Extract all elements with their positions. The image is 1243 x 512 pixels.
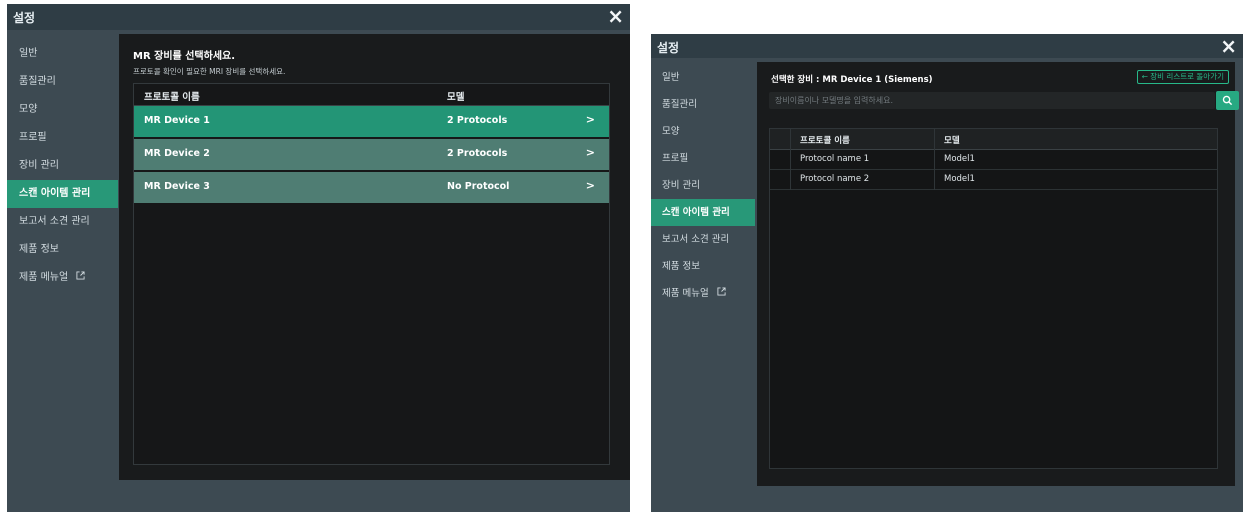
column-header-model: 모델 bbox=[944, 136, 960, 146]
sidebar-item-profile[interactable]: 프로필 bbox=[651, 145, 755, 172]
sidebar-item-label: 보고서 소견 관리 bbox=[19, 216, 90, 227]
window-title: 설정 bbox=[13, 11, 36, 25]
sidebar-item-report-findings[interactable]: 보고서 소견 관리 bbox=[7, 208, 118, 236]
device-name: MR Device 1 bbox=[144, 115, 210, 126]
window-title: 설정 bbox=[657, 41, 680, 55]
sidebar-item-appearance[interactable]: 모양 bbox=[7, 96, 118, 124]
content-panel: 선택한 장비 : MR Device 1 (Siemens) ← 장비 리스트로… bbox=[757, 62, 1239, 486]
table-row[interactable]: Protocol name 1 Model1 bbox=[770, 150, 1217, 170]
sidebar-item-device-management[interactable]: 장비 관리 bbox=[651, 172, 755, 199]
sidebar-item-appearance[interactable]: 모양 bbox=[651, 118, 755, 145]
sidebar-item-product-info[interactable]: 제품 정보 bbox=[651, 253, 755, 280]
back-to-device-list-button[interactable]: ← 장비 리스트로 돌아가기 bbox=[1136, 70, 1229, 84]
sidebar-item-label: 보고서 소견 관리 bbox=[662, 234, 730, 245]
close-icon[interactable]: × bbox=[607, 5, 624, 27]
chevron-right-icon: > bbox=[585, 146, 595, 159]
sidebar-item-label: 장비 관리 bbox=[662, 180, 700, 191]
sidebar-item-general[interactable]: 일반 bbox=[651, 64, 755, 91]
sidebar-item-report-findings[interactable]: 보고서 소견 관리 bbox=[651, 226, 755, 253]
table-row[interactable]: Protocol name 2 Model1 bbox=[770, 170, 1217, 190]
device-row-1[interactable]: MR Device 1 2 Protocols > bbox=[134, 106, 609, 137]
sidebar-item-label: 모양 bbox=[19, 104, 38, 115]
device-protocol-count: 2 Protocols bbox=[447, 115, 508, 126]
device-row-3[interactable]: MR Device 3 No Protocol > bbox=[134, 172, 609, 203]
model-cell: Model1 bbox=[944, 154, 975, 164]
column-divider bbox=[934, 129, 935, 190]
model-cell: Model1 bbox=[944, 174, 975, 184]
search-box bbox=[769, 92, 1215, 109]
sidebar-item-label: 제품 정보 bbox=[662, 261, 700, 272]
sidebar-item-quality[interactable]: 품질관리 bbox=[7, 68, 118, 96]
column-header-protocol-name: 프로토콜 이름 bbox=[800, 136, 850, 146]
protocol-name-cell: Protocol name 1 bbox=[800, 154, 870, 164]
protocol-table: 프로토콜 이름 모델 Protocol name 1 Model1 Protoc… bbox=[769, 128, 1218, 469]
protocol-name-cell: Protocol name 2 bbox=[800, 174, 870, 184]
sidebar-item-product-info[interactable]: 제품 정보 bbox=[7, 236, 118, 264]
sidebar-item-label: 일반 bbox=[662, 72, 680, 83]
device-row-2[interactable]: MR Device 2 2 Protocols > bbox=[134, 139, 609, 170]
device-table: 프로토콜 이름 모델 MR Device 1 2 Protocols > MR … bbox=[133, 83, 610, 465]
sidebar-item-scan-item-management[interactable]: 스캔 아이템 관리 bbox=[651, 199, 755, 226]
page-title: MR 장비를 선택하세요. bbox=[133, 51, 236, 62]
column-header-protocol-name: 프로토콜 이름 bbox=[144, 92, 200, 103]
sidebar-item-device-management[interactable]: 장비 관리 bbox=[7, 152, 118, 180]
sidebar-item-label: 일반 bbox=[19, 48, 38, 59]
device-name: MR Device 3 bbox=[144, 181, 210, 192]
selected-device-title: 선택한 장비 : MR Device 1 (Siemens) bbox=[771, 75, 933, 85]
sidebar-item-label: 프로필 bbox=[662, 153, 689, 164]
device-name: MR Device 2 bbox=[144, 148, 210, 159]
page-subtitle: 프로토콜 확인이 필요한 MRI 장비를 선택하세요. bbox=[133, 67, 286, 76]
sidebar-item-label: 제품 메뉴얼 bbox=[662, 288, 709, 299]
sidebar-item-product-manual[interactable]: 제품 메뉴얼 bbox=[7, 264, 118, 292]
sidebar-item-label: 품질관리 bbox=[19, 76, 56, 87]
settings-window-protocol-list: 설정 × 일반 품질관리 모양 프로필 장비 관리 스캔 아이템 관리 보고서 … bbox=[651, 34, 1243, 512]
external-link-icon bbox=[76, 264, 85, 292]
table-header: 프로토콜 이름 모델 bbox=[134, 84, 609, 106]
title-bar: 설정 × bbox=[651, 34, 1243, 58]
sidebar-item-label: 스캔 아이템 관리 bbox=[662, 207, 730, 218]
close-icon[interactable]: × bbox=[1220, 35, 1237, 57]
chevron-right-icon: > bbox=[585, 179, 595, 192]
sidebar: 일반 품질관리 모양 프로필 장비 관리 스캔 아이템 관리 보고서 소견 관리… bbox=[7, 40, 118, 292]
column-header-model: 모델 bbox=[447, 92, 465, 103]
sidebar-item-label: 프로필 bbox=[19, 132, 47, 143]
search-icon bbox=[1222, 95, 1233, 106]
sidebar-item-scan-item-management[interactable]: 스캔 아이템 관리 bbox=[7, 180, 118, 208]
sidebar-item-label: 장비 관리 bbox=[19, 160, 59, 171]
column-divider bbox=[790, 129, 791, 190]
sidebar-item-general[interactable]: 일반 bbox=[7, 40, 118, 68]
table-header: 프로토콜 이름 모델 bbox=[770, 129, 1217, 150]
device-protocol-count: 2 Protocols bbox=[447, 148, 508, 159]
external-link-icon bbox=[717, 280, 726, 307]
sidebar: 일반 품질관리 모양 프로필 장비 관리 스캔 아이템 관리 보고서 소견 관리… bbox=[651, 64, 755, 307]
sidebar-item-label: 제품 정보 bbox=[19, 244, 59, 255]
title-bar: 설정 × bbox=[7, 4, 630, 30]
sidebar-item-label: 제품 메뉴얼 bbox=[19, 272, 69, 283]
settings-window-device-list: 설정 × 일반 품질관리 모양 프로필 장비 관리 스캔 아이템 관리 보고서 … bbox=[7, 4, 630, 512]
sidebar-item-quality[interactable]: 품질관리 bbox=[651, 91, 755, 118]
sidebar-item-label: 품질관리 bbox=[662, 99, 697, 110]
sidebar-item-product-manual[interactable]: 제품 메뉴얼 bbox=[651, 280, 755, 307]
sidebar-item-label: 스캔 아이템 관리 bbox=[19, 188, 91, 199]
sidebar-item-label: 모양 bbox=[662, 126, 680, 137]
content-panel: MR 장비를 선택하세요. 프로토콜 확인이 필요한 MRI 장비를 선택하세요… bbox=[119, 34, 630, 480]
device-protocol-count: No Protocol bbox=[447, 181, 510, 192]
sidebar-item-profile[interactable]: 프로필 bbox=[7, 124, 118, 152]
search-button[interactable] bbox=[1216, 91, 1239, 110]
chevron-right-icon: > bbox=[585, 113, 595, 126]
search-input[interactable] bbox=[769, 92, 1215, 109]
